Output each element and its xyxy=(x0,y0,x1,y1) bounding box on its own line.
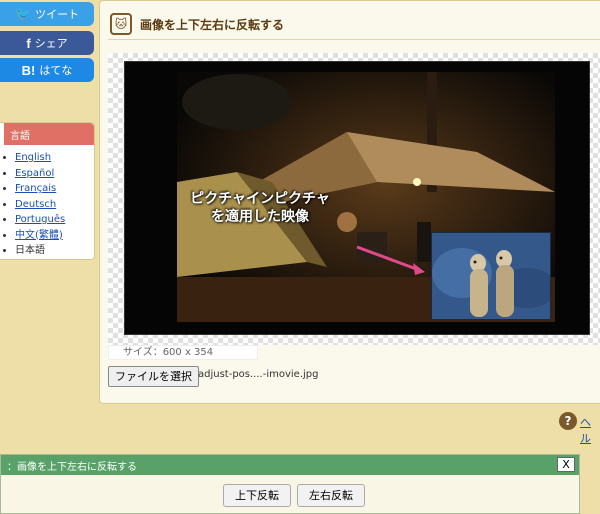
video-frame: ピクチャインピクチャ を適用した映像 xyxy=(124,61,590,335)
cat-logo-icon: 🐱 xyxy=(110,13,132,35)
hatena-b-icon: B! xyxy=(21,62,36,78)
language-heading: 言語 xyxy=(0,123,94,145)
language-link-german[interactable]: Deutsch xyxy=(15,199,56,210)
pip-caption-line1: ピクチャインピクチャ xyxy=(190,191,330,207)
language-list: English Español Français Deutsch Portugu… xyxy=(0,145,94,259)
facebook-f-icon: f xyxy=(26,35,31,51)
facebook-share-button[interactable]: f シェア xyxy=(0,31,94,55)
dialog-close-button[interactable]: X xyxy=(557,457,575,472)
title-divider xyxy=(108,39,600,40)
choose-file-button[interactable]: ファイルを選択 xyxy=(108,366,199,387)
flip-horizontal-button[interactable]: 左右反転 xyxy=(297,484,365,507)
share-label: シェア xyxy=(34,37,68,50)
language-box: 言語 English Español Français Deutsch Port… xyxy=(0,122,95,260)
preview-canvas: ピクチャインピクチャ を適用した映像 xyxy=(108,53,600,345)
flip-dialog-header: ：画像を上下左右に反転する X xyxy=(1,455,579,475)
flip-dialog-title: ：画像を上下左右に反転する xyxy=(7,461,137,473)
hatena-bookmark-button[interactable]: B! はてな xyxy=(0,58,94,82)
title-row: 🐱 画像を上下左右に反転する xyxy=(110,11,284,37)
help-icon[interactable]: ? xyxy=(559,412,577,430)
tweet-label: ツイート xyxy=(35,8,80,21)
page-title: 画像を上下左右に反転する xyxy=(140,17,285,32)
language-current-japanese: 日本語 xyxy=(15,243,94,259)
language-link-portuguese[interactable]: Português xyxy=(15,214,65,225)
main-panel: 🐱 画像を上下左右に反転する ピクチャインピクチャ を適用した映像 サイズ：60… xyxy=(99,0,600,404)
hatena-label: はてな xyxy=(39,64,73,77)
language-link-spanish[interactable]: Español xyxy=(15,168,54,179)
selected-file-name: adjust-pos....-imovie.jpg xyxy=(198,369,319,380)
pip-caption: ピクチャインピクチャ を適用した映像 xyxy=(125,190,395,226)
image-size-label: サイズ：600 x 354 xyxy=(108,345,258,360)
twitter-bird-icon: 🐦 xyxy=(14,6,32,21)
meerkat-illustration xyxy=(432,233,550,319)
flip-dialog: ：画像を上下左右に反転する X 上下反転 左右反転 xyxy=(0,454,580,514)
help-link[interactable]: ヘル xyxy=(580,414,600,446)
pip-caption-line2: を適用した映像 xyxy=(211,209,309,225)
tweet-button[interactable]: 🐦 ツイート xyxy=(0,2,94,26)
language-link-french[interactable]: Français xyxy=(15,183,56,194)
language-link-chinese-traditional[interactable]: 中文(繁體) xyxy=(15,230,63,241)
language-link-english[interactable]: English xyxy=(15,152,51,163)
flip-vertical-button[interactable]: 上下反転 xyxy=(223,484,291,507)
pip-meerkat-image xyxy=(431,232,551,320)
